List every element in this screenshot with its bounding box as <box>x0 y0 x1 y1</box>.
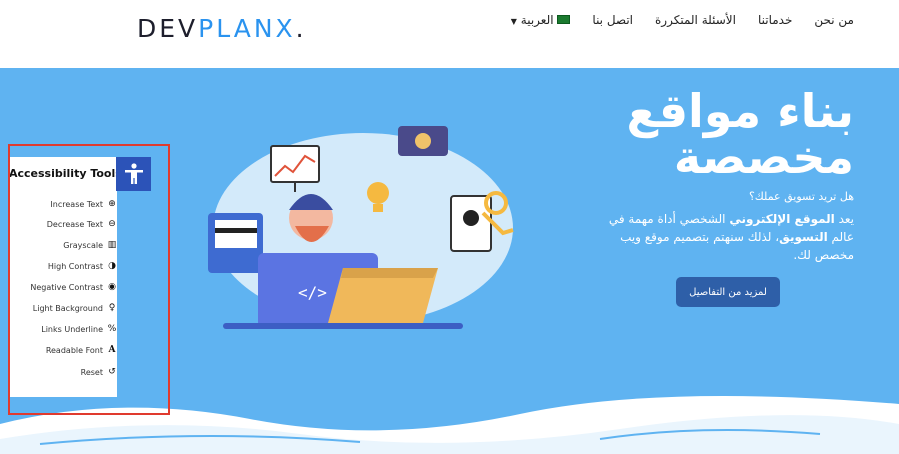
increase-text-button[interactable]: Increase Text ⊕ <box>7 199 117 209</box>
site-header: DEVPLANX. من نحن خدماتنا الأسئلة المتكرر… <box>0 0 899 68</box>
reset-button[interactable]: Reset ↺ <box>7 367 117 377</box>
language-switcher[interactable]: ▼ العربية <box>511 13 571 27</box>
svg-text:</>: </> <box>298 283 327 302</box>
zoom-out-icon: ⊖ <box>108 219 116 229</box>
lightbulb-icon: ♀ <box>108 303 116 313</box>
zoom-in-icon: ⊕ <box>108 199 116 209</box>
reset-icon: ↺ <box>108 367 116 377</box>
tool-label: Negative Contrast <box>30 282 103 292</box>
main-nav: من نحن خدماتنا الأسئلة المتكررة اتصل بنا… <box>511 13 854 27</box>
accessibility-panel: Accessibility Tools Increase Text ⊕ Decre… <box>7 157 122 397</box>
tool-label: High Contrast <box>47 261 103 271</box>
nav-item-services[interactable]: خدماتنا <box>758 13 792 27</box>
hero-title-line2: مخصصة <box>673 130 854 184</box>
contrast-icon: ◑ <box>108 261 116 271</box>
high-contrast-button[interactable]: High Contrast ◑ <box>7 261 117 271</box>
desc-bold-marketing: التسويق <box>779 230 828 244</box>
tool-label: Readable Font <box>45 345 103 355</box>
logo-text-dev: DEV <box>137 14 199 43</box>
hero-title-line1: بناء مواقع <box>626 84 854 138</box>
language-label: العربية <box>520 13 554 27</box>
logo-dot: . <box>295 14 307 43</box>
saudi-flag-icon <box>557 15 571 24</box>
negative-contrast-button[interactable]: Negative Contrast ◉ <box>7 282 117 292</box>
tool-label: Increase Text <box>50 199 103 209</box>
grayscale-icon: ▥ <box>107 240 117 250</box>
wave-decoration <box>0 396 899 454</box>
chevron-down-icon: ▼ <box>510 17 517 26</box>
accessibility-toggle-button[interactable] <box>116 157 151 191</box>
tool-label: Links Underline <box>41 324 103 334</box>
font-icon: A <box>108 345 116 355</box>
hero-section: </> بناء مواقع مخصصة هل تريد تسويق عملك؟… <box>0 68 899 454</box>
hero-title: بناء مواقع مخصصة <box>594 88 854 180</box>
nav-item-about[interactable]: من نحن <box>814 13 854 27</box>
tool-label: Decrease Text <box>46 219 103 229</box>
hero-description: يعد الموقع الإلكتروني الشخصي أداة مهمة ف… <box>604 210 854 264</box>
hero-illustration: </> <box>208 126 514 329</box>
logo-text-planx: PLANX <box>198 14 296 43</box>
links-underline-button[interactable]: Links Underline% <box>7 324 117 334</box>
decrease-text-button[interactable]: Decrease Text ⊖ <box>7 219 117 229</box>
tool-label: Grayscale <box>63 240 103 250</box>
accessibility-panel-title: Accessibility Tools <box>9 167 122 180</box>
tool-label: Reset <box>80 367 103 377</box>
tool-label: Light Background <box>32 303 103 313</box>
nav-item-contact[interactable]: اتصل بنا <box>592 13 633 27</box>
eye-icon: ◉ <box>108 282 116 292</box>
details-button[interactable]: لمزيد من التفاصيل <box>676 277 780 307</box>
desc-text-1: يعد <box>834 212 854 226</box>
nav-item-faq[interactable]: الأسئلة المتكررة <box>655 13 736 27</box>
light-background-button[interactable]: Light Background ♀ <box>7 303 117 313</box>
hero-question: هل تريد تسويق عملك؟ <box>748 190 854 203</box>
link-icon: % <box>107 324 117 334</box>
grayscale-button[interactable]: Grayscale ▥ <box>7 240 117 250</box>
accessibility-icon <box>124 163 143 184</box>
site-logo[interactable]: DEVPLANX. <box>137 14 307 43</box>
desc-bold-website: الموقع الإلكتروني <box>729 212 835 226</box>
readable-font-button[interactable]: Readable Font A <box>7 345 117 355</box>
